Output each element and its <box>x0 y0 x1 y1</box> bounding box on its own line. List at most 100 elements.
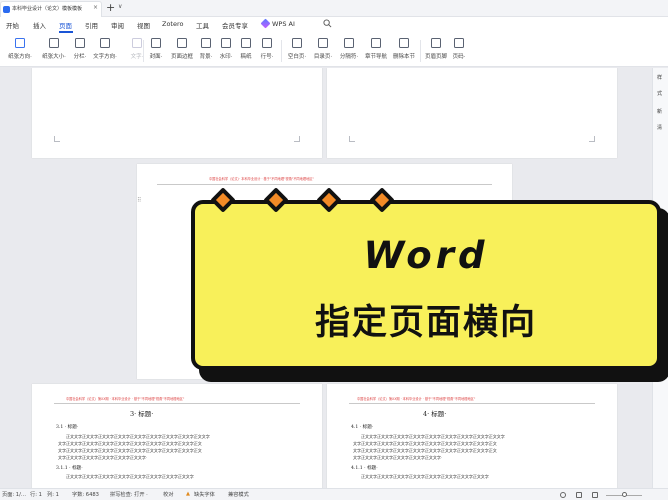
status-missing-font[interactable]: 缺失字体 <box>194 491 215 498</box>
menu-review[interactable]: 审阅 <box>111 20 124 30</box>
chapter-nav-label: 章节导航 <box>364 54 387 60</box>
body-line: 文字正文文字正文文字正文文字正文文字正文文字正文文字正文文字正文文字正文 <box>353 448 497 453</box>
page-border-label: 页面边框 <box>170 54 193 60</box>
watermark-button[interactable]: 水印· <box>216 37 236 65</box>
page-previous-left <box>32 68 322 158</box>
menu-zotero[interactable]: Zotero <box>162 20 183 28</box>
page-left: 中国社会科学（论文）第XX期 · 本科毕业设计 · 基于"不同地理"视角"不同地… <box>32 384 322 488</box>
columns-label: 分栏· <box>73 54 87 60</box>
orientation-label: 纸张方向· <box>8 54 32 60</box>
title-banner: Word 指定页面横向 <box>191 200 661 370</box>
banner-subtitle: 指定页面横向 <box>314 303 537 343</box>
cover-label: 封面· <box>149 54 163 60</box>
eye-icon[interactable] <box>560 492 566 498</box>
menu-member[interactable]: 会员专享 <box>222 20 248 30</box>
document-tab-title: 本科毕业设计（论文）模板模板 <box>12 6 83 12</box>
section-title: 3· 标题· <box>130 410 154 418</box>
side-panel-label[interactable]: 清 <box>657 124 662 131</box>
side-panel-label[interactable]: 新 <box>657 108 662 115</box>
body-line: 文字正文文字正文文字正文文字正文文字正文文字正文文字正文文字正文文字正文 <box>58 448 202 453</box>
delete-section-label: 删除本节 <box>392 54 415 60</box>
ribbon-separator <box>281 40 282 62</box>
line-number-button[interactable]: 行号· <box>257 37 277 65</box>
menu-tools[interactable]: 工具 <box>196 20 209 30</box>
body-line: 文字正文文字正文文字正文文字正文文字正文文字正文文字正文文字正文文字正文 <box>353 441 497 446</box>
toc-page-button[interactable]: 目录页· <box>311 37 335 65</box>
title-bar: 本科毕业设计（论文）模板模板 × + ∨ <box>0 0 668 17</box>
header-footer-button[interactable]: 页眉页脚 <box>422 37 450 65</box>
search-icon[interactable] <box>323 19 332 28</box>
columns-icon <box>75 38 85 48</box>
status-page[interactable]: 页面: 1/… <box>2 491 26 498</box>
menu-insert[interactable]: 插入 <box>33 20 46 30</box>
menu-home[interactable]: 开始 <box>6 20 19 30</box>
page-border-icon <box>177 38 187 48</box>
zoom-slider-handle[interactable] <box>622 492 627 497</box>
page-view-icon[interactable] <box>576 492 582 498</box>
warning-icon: ▲ <box>186 491 190 497</box>
chapter-nav-icon <box>371 38 381 48</box>
menu-wps-ai[interactable]: WPS AI <box>272 20 295 28</box>
manuscript-button[interactable]: 稿纸 <box>236 37 256 65</box>
heading-level-3: 4.1.1 · 标题· <box>351 466 378 471</box>
orientation-button[interactable]: 纸张方向· <box>4 37 36 65</box>
background-icon <box>201 38 211 48</box>
heading-level-2: 4.1 · 标题· <box>351 425 374 430</box>
page-header-text: 中国社会科学（论文）第XX期 · 本科毕业设计 · 基于"不同地理"视角"不同地… <box>357 397 476 401</box>
delete-section-icon <box>399 38 409 48</box>
body-line: 文字正文文字正文文字正文文字正文文字正文文字正文文字正文文字正文文字正文 <box>58 441 202 446</box>
web-view-icon[interactable] <box>592 492 598 498</box>
side-panel-label: 式 <box>657 91 663 97</box>
status-compat-mode: 兼容模式 <box>228 492 249 498</box>
document-tab[interactable]: 本科毕业设计（论文）模板模板 × <box>0 1 102 17</box>
header-footer-icon <box>431 38 441 48</box>
body-line: 文字正文文字正文文字正文文字正文文字正文文字· <box>58 455 148 460</box>
blank-page-label: 空白页· <box>287 54 307 60</box>
status-proofread[interactable]: 校对 <box>163 491 173 498</box>
page-number-button[interactable]: 页码· <box>449 37 469 65</box>
watermark-icon <box>221 38 231 48</box>
page-header-text: 中国社会科学（论文）第XX期 · 本科毕业设计 · 基于"不同地理"视角"不同地… <box>66 397 185 401</box>
menu-page-layout[interactable]: 页面 <box>59 20 72 30</box>
heading-level-2: 3.1 · 标题· <box>56 425 79 430</box>
ribbon-separator <box>420 40 421 62</box>
new-tab-button[interactable]: + <box>106 1 115 14</box>
menu-view[interactable]: 视图 <box>137 20 150 30</box>
body-line: 文字正文文字正文文字正文文字正文文字正文文字· <box>353 455 443 460</box>
columns-button[interactable]: 分栏· <box>70 37 90 65</box>
header-rule <box>349 403 595 404</box>
paragraph-handle-icon[interactable]: ⠿ <box>137 197 141 204</box>
ribbon-separator <box>143 40 144 62</box>
body-line: 正文文字正文文字正文文字正文文字正文文字正文文字正文文字正文文字正文文字 <box>361 434 505 439</box>
active-tab-indicator <box>59 31 73 33</box>
status-row: 行: 1 <box>30 492 42 498</box>
blank-page-button[interactable]: 空白页· <box>285 37 309 65</box>
background-button[interactable]: 背景· <box>196 37 216 65</box>
separator-button[interactable]: 分隔符· <box>337 37 361 65</box>
watermark-label: 水印· <box>219 54 233 60</box>
body-line: 正文文字正文文字正文文字正文文字正文文字正文文字正文文字正文文字 <box>361 474 489 479</box>
status-word-count[interactable]: 字数: 6483 <box>72 491 99 498</box>
side-panel-label: 样 <box>657 75 663 81</box>
separator-icon <box>344 38 354 48</box>
paper-size-button[interactable]: 纸张大小· <box>38 37 70 65</box>
orientation-icon <box>15 38 25 48</box>
page-border-button[interactable]: 页面边框 <box>168 37 196 65</box>
close-tab-icon[interactable]: × <box>93 4 98 11</box>
blank-page-icon <box>292 38 302 48</box>
delete-section-button[interactable]: 删除本节 <box>390 37 418 65</box>
cover-button[interactable]: 封面· <box>146 37 166 65</box>
manuscript-label: 稿纸 <box>240 54 252 60</box>
manuscript-icon <box>241 38 251 48</box>
chapter-nav-button[interactable]: 章节导航 <box>362 37 390 65</box>
line-number-icon <box>262 38 272 48</box>
line-number-label: 行号· <box>260 54 274 60</box>
menu-references[interactable]: 引用 <box>85 20 98 30</box>
crop-mark <box>54 136 60 142</box>
text-direction-button[interactable]: 文字方向· <box>90 37 120 65</box>
text-direction-label: 文字方向· <box>93 54 117 60</box>
page-header-text: 中国社会科学（论文）· 本科毕业设计 · 基于"不同地理"视角"不同地理地区" <box>209 177 314 181</box>
status-spell-check[interactable]: 拼写检查: 打开 · <box>110 491 148 498</box>
page-right: 中国社会科学（论文）第XX期 · 本科毕业设计 · 基于"不同地理"视角"不同地… <box>327 384 617 488</box>
chevron-down-icon[interactable]: ∨ <box>118 3 122 10</box>
